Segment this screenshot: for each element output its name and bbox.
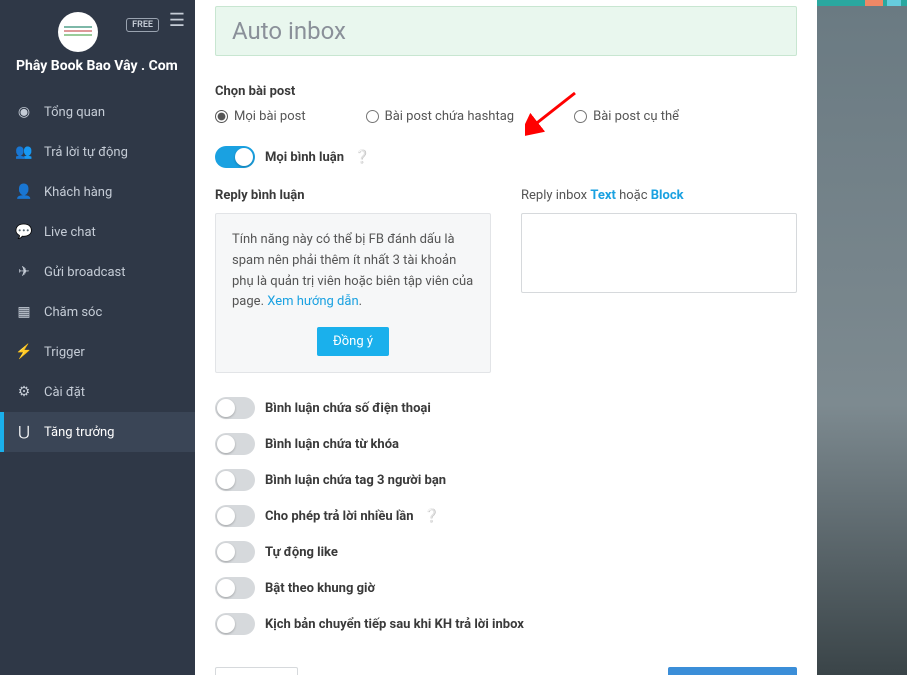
nav-label: Live chat (44, 225, 96, 240)
sidebar: FREE ☰ Phây Book Bao Vây . Com ◉ Tổng qua… (0, 0, 195, 675)
toggle-label: Tự động like (265, 545, 338, 560)
nav-label: Chăm sóc (44, 305, 102, 320)
gear-icon: ⚙ (16, 384, 32, 400)
radio-input[interactable] (366, 110, 379, 123)
post-select-label: Chọn bài post (215, 84, 797, 99)
calendar-icon: ▦ (16, 304, 32, 320)
nav-label: Khách hàng (44, 185, 112, 200)
brand-area: FREE ☰ Phây Book Bao Vây . Com (0, 0, 195, 92)
toggle-2[interactable] (215, 469, 255, 491)
toggle-4[interactable] (215, 541, 255, 563)
every-comment-row: Mọi bình luận ❔ (215, 146, 797, 168)
toggle-label: Bình luận chứa tag 3 người bạn (265, 473, 446, 488)
nav-label: Tổng quan (44, 105, 105, 120)
toggle-1[interactable] (215, 433, 255, 455)
help-icon[interactable]: ❔ (424, 509, 440, 524)
brand-text: Phây Book Bao Vây . Com (10, 58, 185, 74)
radio-label: Bài post cụ thể (593, 109, 679, 124)
reply-comment-column: Reply bình luận Tính năng này có thể bị … (215, 188, 491, 373)
toggle-3[interactable] (215, 505, 255, 527)
radio-option-1[interactable]: Bài post chứa hashtag (366, 109, 515, 124)
radio-input[interactable] (215, 110, 228, 123)
chat-icon: 💬 (16, 224, 32, 240)
info-link[interactable]: Xem hướng dẫn (267, 294, 358, 309)
nav-label: Tăng trưởng (44, 425, 114, 440)
nav-list: ◉ Tổng quan 👥 Trả lời tự động 👤 Khách hàng 💬 Li… (0, 92, 195, 452)
user-icon: 👤 (16, 184, 32, 200)
nav-label: Cài đặt (44, 385, 85, 400)
nav-item-khách-hàng[interactable]: 👤 Khách hàng (0, 172, 195, 212)
toggle-row-5: Bật theo khung giờ (215, 577, 797, 599)
radio-option-0[interactable]: Mọi bài post (215, 109, 306, 124)
add-button[interactable]: Thêm (668, 667, 797, 675)
brand-logo (58, 12, 98, 52)
nav-label: Gửi broadcast (44, 265, 126, 280)
help-icon[interactable]: ❔ (354, 150, 370, 165)
toggle-6[interactable] (215, 613, 255, 635)
main-content: Auto inbox Chọn bài post Mọi bài post Bài… (195, 0, 817, 675)
nav-item-chăm-sóc[interactable]: ▦ Chăm sóc (0, 292, 195, 332)
radio-input[interactable] (574, 110, 587, 123)
radio-label: Bài post chứa hashtag (385, 109, 515, 124)
toggle-label: Bình luận chứa số điện thoại (265, 401, 431, 416)
toggle-row-1: Bình luận chứa từ khóa (215, 433, 797, 455)
bolt-icon: ⚡ (16, 344, 32, 360)
reply-inbox-column: Reply inbox Text hoặc Block (521, 188, 797, 373)
reply-inbox-header: Reply inbox Text hoặc Block (521, 188, 797, 203)
users-icon: 👥 (16, 144, 32, 160)
dashboard-icon: ◉ (16, 104, 32, 120)
toggle-label: Cho phép trả lời nhiều lần (265, 509, 414, 524)
text-link[interactable]: Text (590, 188, 616, 203)
agree-button[interactable]: Đồng ý (317, 327, 389, 356)
toggle-label: Bình luận chứa từ khóa (265, 437, 399, 452)
right-strip (817, 0, 907, 675)
reply-comment-info: Tính năng này có thể bị FB đánh dấu là s… (215, 213, 491, 373)
radio-option-2[interactable]: Bài post cụ thể (574, 109, 679, 124)
nav-item-live-chat[interactable]: 💬 Live chat (0, 212, 195, 252)
every-comment-label: Mọi bình luận (265, 150, 344, 165)
nav-item-tăng-trưởng[interactable]: ⋃ Tăng trưởng (0, 412, 195, 452)
page-title: Auto inbox (232, 17, 780, 45)
back-button[interactable]: ❮ Trở về (215, 667, 298, 675)
toggle-row-2: Bình luận chứa tag 3 người bạn (215, 469, 797, 491)
nav-item-cài-đặt[interactable]: ⚙ Cài đặt (0, 372, 195, 412)
toggle-list: Bình luận chứa số điện thoại Bình luận ch… (215, 397, 797, 635)
nav-label: Trả lời tự động (44, 145, 128, 160)
nav-item-trả-lời-tự-động[interactable]: 👥 Trả lời tự động (0, 132, 195, 172)
post-radio-group: Mọi bài post Bài post chứa hashtag Bài pos… (215, 109, 797, 124)
page-title-box: Auto inbox (215, 6, 797, 56)
toggle-row-6: Kịch bản chuyển tiếp sau khi KH trả lời … (215, 613, 797, 635)
block-link[interactable]: Block (651, 188, 684, 203)
toggle-5[interactable] (215, 577, 255, 599)
reply-inbox-textarea[interactable] (521, 213, 797, 293)
magnet-icon: ⋃ (16, 424, 32, 440)
footer-actions: ❮ Trở về Thêm (215, 667, 797, 675)
nav-item-gửi-broadcast[interactable]: ✈ Gửi broadcast (0, 252, 195, 292)
free-badge: FREE (126, 18, 159, 32)
toggle-row-0: Bình luận chứa số điện thoại (215, 397, 797, 419)
reply-comment-header: Reply bình luận (215, 188, 491, 203)
radio-label: Mọi bài post (234, 109, 306, 124)
toggle-row-4: Tự động like (215, 541, 797, 563)
every-comment-toggle[interactable] (215, 146, 255, 168)
nav-label: Trigger (44, 345, 85, 360)
nav-item-trigger[interactable]: ⚡ Trigger (0, 332, 195, 372)
toggle-label: Bật theo khung giờ (265, 581, 375, 596)
hamburger-icon[interactable]: ☰ (169, 10, 185, 31)
toggle-label: Kịch bản chuyển tiếp sau khi KH trả lời … (265, 617, 524, 632)
toggle-row-3: Cho phép trả lời nhiều lần ❔ (215, 505, 797, 527)
nav-item-tổng-quan[interactable]: ◉ Tổng quan (0, 92, 195, 132)
send-icon: ✈ (16, 264, 32, 280)
toggle-0[interactable] (215, 397, 255, 419)
